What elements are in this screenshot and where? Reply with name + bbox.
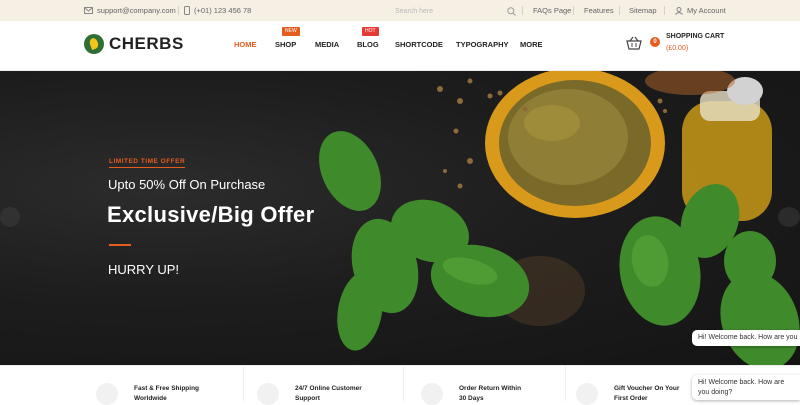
features-strip: Fast & Free Shipping Worldwide 24/7 Onlin… — [0, 365, 800, 405]
new-badge: NEW — [282, 27, 300, 36]
hot-badge: HOT — [362, 27, 379, 36]
divider — [403, 366, 404, 401]
nav-home[interactable]: HOME — [234, 21, 257, 71]
basket-icon — [626, 36, 642, 50]
search-placeholder: Search here — [395, 8, 434, 15]
nav-typography[interactable]: TYPOGRAPHY — [456, 21, 509, 71]
faqs-link-label: FAQs Page — [533, 6, 572, 15]
email-text: support@company.com — [97, 6, 176, 15]
gift-icon — [576, 383, 598, 405]
feature-title: Fast & Free Shipping — [134, 385, 200, 392]
return-icon — [421, 383, 443, 405]
chat-bubble[interactable]: Hi! Welcome back. How are you — [692, 330, 800, 346]
search-icon[interactable] — [507, 7, 516, 16]
faqs-link[interactable]: FAQs Page — [533, 0, 571, 21]
divider — [664, 6, 665, 15]
feature-subtitle: Worldwide — [134, 395, 167, 402]
my-account-link[interactable]: My Account — [675, 0, 726, 21]
cart-count-badge: 0 — [650, 37, 660, 47]
phone-text: (+01) 123 456 78 — [194, 6, 252, 15]
search-input[interactable]: Search here — [388, 2, 524, 19]
phone-contact[interactable]: (+01) 123 456 78 — [184, 0, 251, 21]
cart-amount: (£0.00) — [666, 45, 689, 52]
chat-bubble[interactable]: Hi! Welcome back. How are you doing? — [692, 375, 800, 400]
sitemap-link-label: Sitemap — [629, 6, 657, 15]
hero-banner: LIMITED TIME OFFER Upto 50% Off On Purch… — [0, 71, 800, 365]
feature-title: Order Return Within — [459, 385, 522, 392]
feature-title: Gift Voucher On Your — [614, 385, 680, 392]
divider — [522, 6, 523, 15]
divider — [619, 6, 620, 15]
logo-mark-icon — [84, 34, 104, 54]
offer-tag: LIMITED TIME OFFER — [109, 158, 186, 168]
hero-subtitle: Upto 50% Off On Purchase — [108, 177, 266, 192]
main-header: CHERBS HOME SHOP NEW MEDIA BLOG HOT SHOR… — [0, 21, 800, 71]
feature-subtitle: 30 Days — [459, 395, 484, 402]
slider-prev-button[interactable] — [0, 207, 20, 227]
brand-name: CHERBS — [109, 34, 184, 53]
mail-icon — [84, 7, 93, 14]
top-bar: support@company.com (+01) 123 456 78 Sea… — [0, 0, 800, 21]
nav-more[interactable]: MORE — [520, 21, 543, 71]
features-link-label: Features — [584, 6, 614, 15]
divider — [573, 6, 574, 15]
nav-shortcode[interactable]: SHORTCODE — [395, 21, 443, 71]
cart-label: SHOPPING CART — [666, 33, 725, 40]
headset-icon — [257, 383, 279, 405]
brand-logo[interactable]: CHERBS — [84, 34, 184, 54]
nav-media[interactable]: MEDIA — [315, 21, 339, 71]
phone-icon — [184, 6, 190, 15]
feature-subtitle: Support — [295, 395, 320, 402]
slider-next-button[interactable] — [778, 207, 800, 227]
hero-cta[interactable]: HURRY UP! — [108, 262, 179, 277]
divider — [178, 6, 179, 15]
features-link[interactable]: Features — [584, 0, 614, 21]
divider — [243, 366, 244, 401]
email-contact[interactable]: support@company.com — [84, 0, 176, 21]
user-icon — [675, 6, 683, 15]
feature-title: 24/7 Online Customer — [295, 385, 362, 392]
sitemap-link[interactable]: Sitemap — [629, 0, 657, 21]
truck-icon — [96, 383, 118, 405]
hero-title: Exclusive/Big Offer — [107, 202, 315, 227]
hero-divider — [109, 244, 131, 246]
divider — [565, 366, 566, 401]
feature-subtitle: First Order — [614, 395, 648, 402]
my-account-label: My Account — [687, 6, 726, 15]
